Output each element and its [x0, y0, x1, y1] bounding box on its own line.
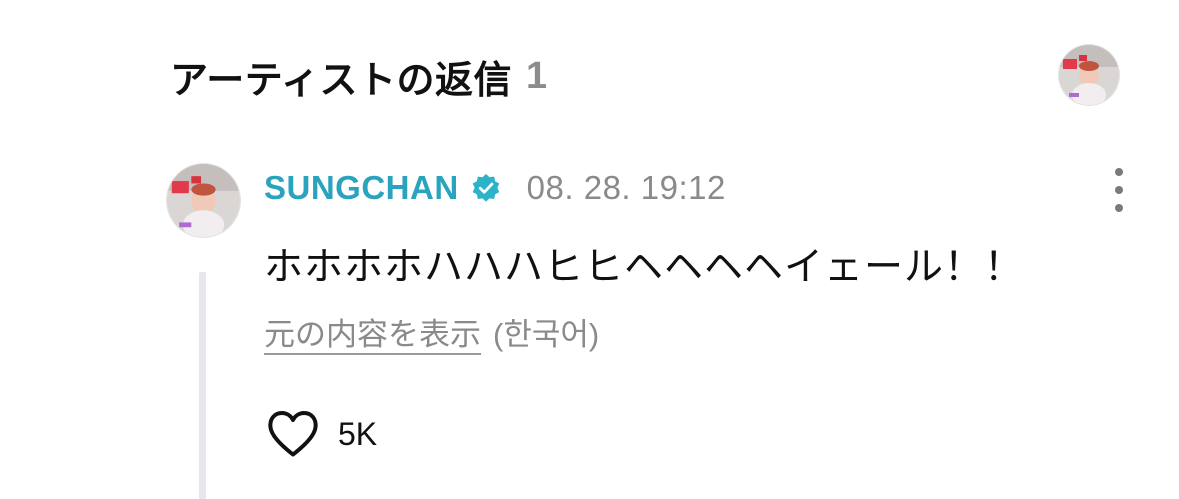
reply-text: ホホホホハハハヒヒヘヘヘヘイェール！！ [264, 246, 1025, 289]
current-user-avatar[interactable] [1059, 45, 1119, 105]
avatar-photo [1059, 45, 1119, 105]
view-original-link[interactable]: 元の内容を表示 [264, 309, 481, 354]
translation-row: 元の内容を表示 (한국어) [264, 309, 599, 354]
author-name[interactable]: SUNGCHAN [264, 169, 459, 207]
more-vertical-icon [1115, 168, 1123, 176]
section-title: アーティストの返信 [170, 59, 512, 102]
like-row: 5K [266, 408, 377, 460]
more-options-button[interactable] [1104, 168, 1134, 212]
artist-replies-section-header: アーティストの返信 1 [170, 50, 548, 102]
like-count: 5K [338, 415, 378, 452]
heart-outline-icon[interactable] [266, 409, 320, 459]
reply-count: 1 [525, 54, 548, 97]
original-language-label: (한국어) [493, 317, 600, 352]
thread-line [199, 272, 206, 499]
verified-check-icon [471, 173, 501, 203]
reply-timestamp: 08. 28. 19:12 [526, 169, 726, 206]
avatar-photo [167, 164, 240, 237]
reply-meta: SUNGCHAN 08. 28. 19:12 [264, 166, 726, 210]
author-avatar[interactable] [167, 164, 240, 237]
